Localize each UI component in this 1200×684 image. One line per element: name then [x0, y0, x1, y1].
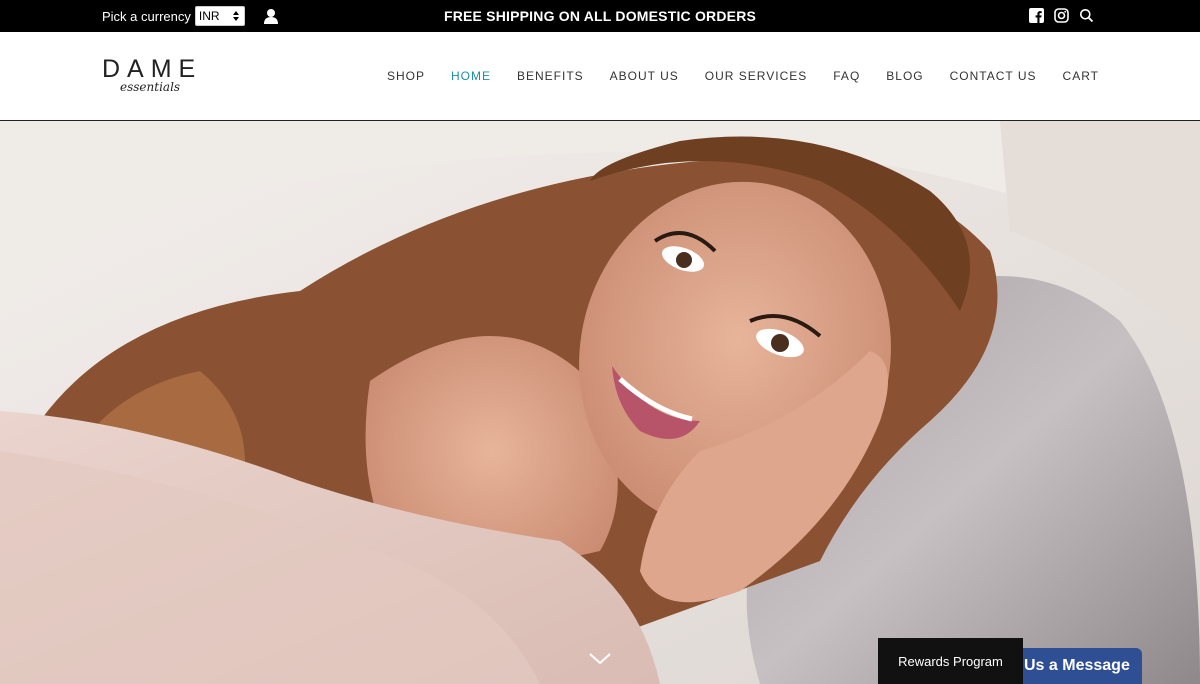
- hero-banner: [0, 121, 1200, 684]
- facebook-icon[interactable]: [1029, 8, 1044, 23]
- nav-item-shop[interactable]: SHOP: [387, 69, 425, 83]
- nav-item-our-services[interactable]: OUR SERVICES: [705, 69, 807, 83]
- social-links: [1029, 8, 1094, 23]
- send-message-button[interactable]: Us a Message: [1015, 648, 1142, 684]
- main-nav: SHOP HOME BENEFITS ABOUT US OUR SERVICES…: [387, 69, 1099, 83]
- site-header: DAME essentials SHOP HOME BENEFITS ABOUT…: [0, 32, 1200, 121]
- top-announcement-bar: Pick a currency INR FREE SHIPPING ON ALL…: [0, 0, 1200, 32]
- nav-item-blog[interactable]: BLOG: [886, 69, 923, 83]
- instagram-icon[interactable]: [1054, 8, 1069, 23]
- nav-item-cart[interactable]: CART: [1063, 69, 1099, 83]
- rewards-program-button[interactable]: Rewards Program: [878, 638, 1023, 684]
- nav-item-faq[interactable]: FAQ: [833, 69, 860, 83]
- nav-item-about-us[interactable]: ABOUT US: [610, 69, 679, 83]
- search-icon[interactable]: [1079, 8, 1094, 23]
- nav-item-home[interactable]: HOME: [451, 69, 491, 83]
- shipping-announcement: FREE SHIPPING ON ALL DOMESTIC ORDERS: [443, 8, 757, 24]
- nav-item-benefits[interactable]: BENEFITS: [517, 69, 584, 83]
- chevron-down-icon[interactable]: [588, 652, 612, 666]
- hero-image: [0, 121, 1200, 684]
- logo-wordmark: DAME: [102, 55, 203, 83]
- nav-item-contact-us[interactable]: CONTACT US: [950, 69, 1037, 83]
- logo-tagline: essentials: [120, 80, 181, 94]
- brand-logo[interactable]: DAME essentials: [102, 56, 212, 98]
